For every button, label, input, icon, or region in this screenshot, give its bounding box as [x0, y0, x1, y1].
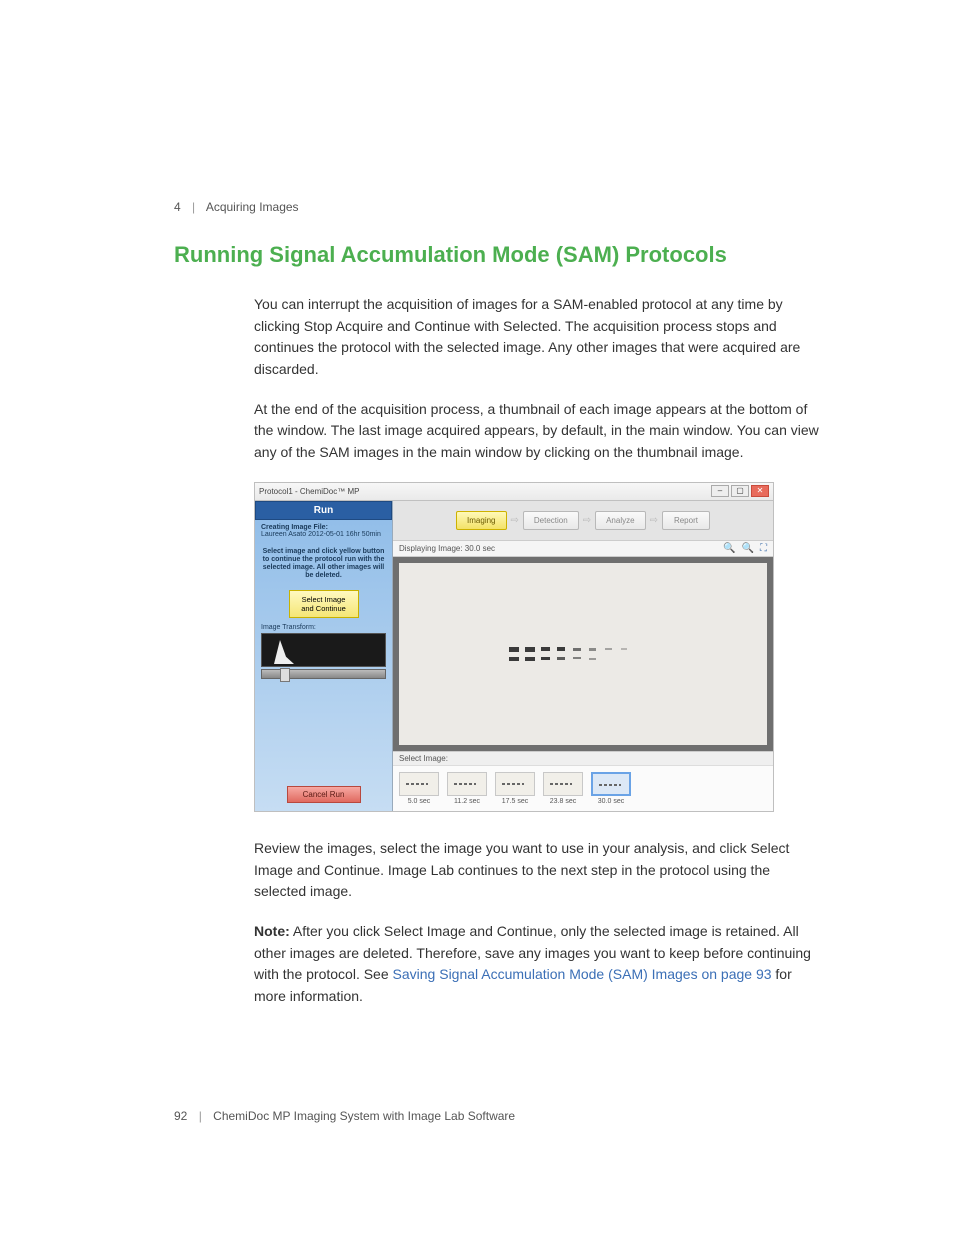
paragraph-3: Review the images, select the image you … — [254, 838, 824, 903]
window-titlebar: Protocol1 - ChemiDoc™ MP – ▢ ✕ — [255, 483, 773, 501]
arrow-icon: ⇨ — [583, 515, 591, 526]
histogram-display — [261, 633, 386, 667]
displaying-image-label: Displaying Image: 30.0 sec — [399, 544, 495, 553]
select-image-continue-button[interactable]: Select Image and Continue — [289, 590, 359, 618]
paragraph-2: At the end of the acquisition process, a… — [254, 399, 824, 464]
paragraph-1: You can interrupt the acquisition of ima… — [254, 294, 824, 381]
arrow-icon: ⇨ — [511, 515, 519, 526]
creating-file-label: Creating Image File: — [261, 524, 386, 531]
cancel-run-button[interactable]: Cancel Run — [287, 786, 361, 803]
select-image-label: Select Image: — [393, 751, 773, 765]
page-number: 92 — [174, 1109, 187, 1123]
thumbnail-item[interactable]: 17.5 sec — [495, 772, 535, 805]
thumbnail-label: 17.5 sec — [502, 798, 528, 805]
header-separator: | — [192, 200, 195, 214]
thumbnail-preview — [591, 772, 631, 796]
maximize-icon[interactable]: ▢ — [731, 485, 749, 497]
cross-reference-link[interactable]: Saving Signal Accumulation Mode (SAM) Im… — [393, 966, 772, 982]
step-analyze-button[interactable]: Analyze — [595, 511, 645, 530]
running-header: 4 | Acquiring Images — [174, 200, 824, 214]
thumbnail-preview — [495, 772, 535, 796]
thumbnail-label: 30.0 sec — [598, 798, 624, 805]
embedded-screenshot: Protocol1 - ChemiDoc™ MP – ▢ ✕ Run Creat… — [254, 482, 774, 812]
thumbnail-preview — [447, 772, 487, 796]
section-heading: Running Signal Accumulation Mode (SAM) P… — [174, 242, 824, 268]
zoom-in-icon[interactable]: 🔍 — [723, 543, 735, 554]
thumbnail-label: 11.2 sec — [454, 798, 480, 805]
image-transform-label: Image Transform: — [255, 622, 392, 631]
arrow-icon: ⇨ — [650, 515, 658, 526]
thumbnail-item[interactable]: 11.2 sec — [447, 772, 487, 805]
footer-separator: | — [199, 1109, 202, 1123]
thumbnail-strip: 5.0 sec 11.2 sec 17.5 sec 23.8 sec 30.0 … — [393, 765, 773, 811]
step-detection-button[interactable]: Detection — [523, 511, 579, 530]
window-title-text: Protocol1 - ChemiDoc™ MP — [259, 487, 709, 496]
thumbnail-item[interactable]: 30.0 sec — [591, 772, 631, 805]
page-footer: 92 | ChemiDoc MP Imaging System with Ima… — [174, 1109, 515, 1123]
step-imaging-button[interactable]: Imaging — [456, 511, 506, 530]
thumbnail-item[interactable]: 5.0 sec — [399, 772, 439, 805]
note-label: Note: — [254, 923, 290, 939]
gel-image — [399, 563, 767, 745]
chapter-title: Acquiring Images — [206, 200, 299, 214]
creating-file-value: Laureen Asato 2012-05-01 16hr 50min — [261, 531, 386, 538]
thumbnail-item[interactable]: 23.8 sec — [543, 772, 583, 805]
thumbnail-preview — [543, 772, 583, 796]
run-header: Run — [255, 501, 392, 520]
note-paragraph: Note: After you click Select Image and C… — [254, 921, 824, 1008]
instruction-text: Select image and click yellow button to … — [255, 542, 392, 586]
left-panel: Run Creating Image File: Laureen Asato 2… — [255, 501, 393, 811]
workflow-steps: Imaging ⇨ Detection ⇨ Analyze ⇨ Report — [393, 501, 773, 540]
main-image-viewer[interactable] — [393, 557, 773, 751]
thumbnail-preview — [399, 772, 439, 796]
histogram-slider[interactable] — [261, 669, 386, 679]
close-icon[interactable]: ✕ — [751, 485, 769, 497]
document-title: ChemiDoc MP Imaging System with Image La… — [213, 1109, 515, 1123]
chapter-number: 4 — [174, 200, 181, 214]
zoom-out-icon[interactable]: 🔍 — [742, 543, 754, 554]
fit-screen-icon[interactable]: ⛶ — [760, 543, 767, 554]
thumbnail-label: 5.0 sec — [408, 798, 431, 805]
right-panel: Imaging ⇨ Detection ⇨ Analyze ⇨ Report D… — [393, 501, 773, 811]
thumbnail-label: 23.8 sec — [550, 798, 576, 805]
minimize-icon[interactable]: – — [711, 485, 729, 497]
step-report-button[interactable]: Report — [662, 511, 710, 530]
